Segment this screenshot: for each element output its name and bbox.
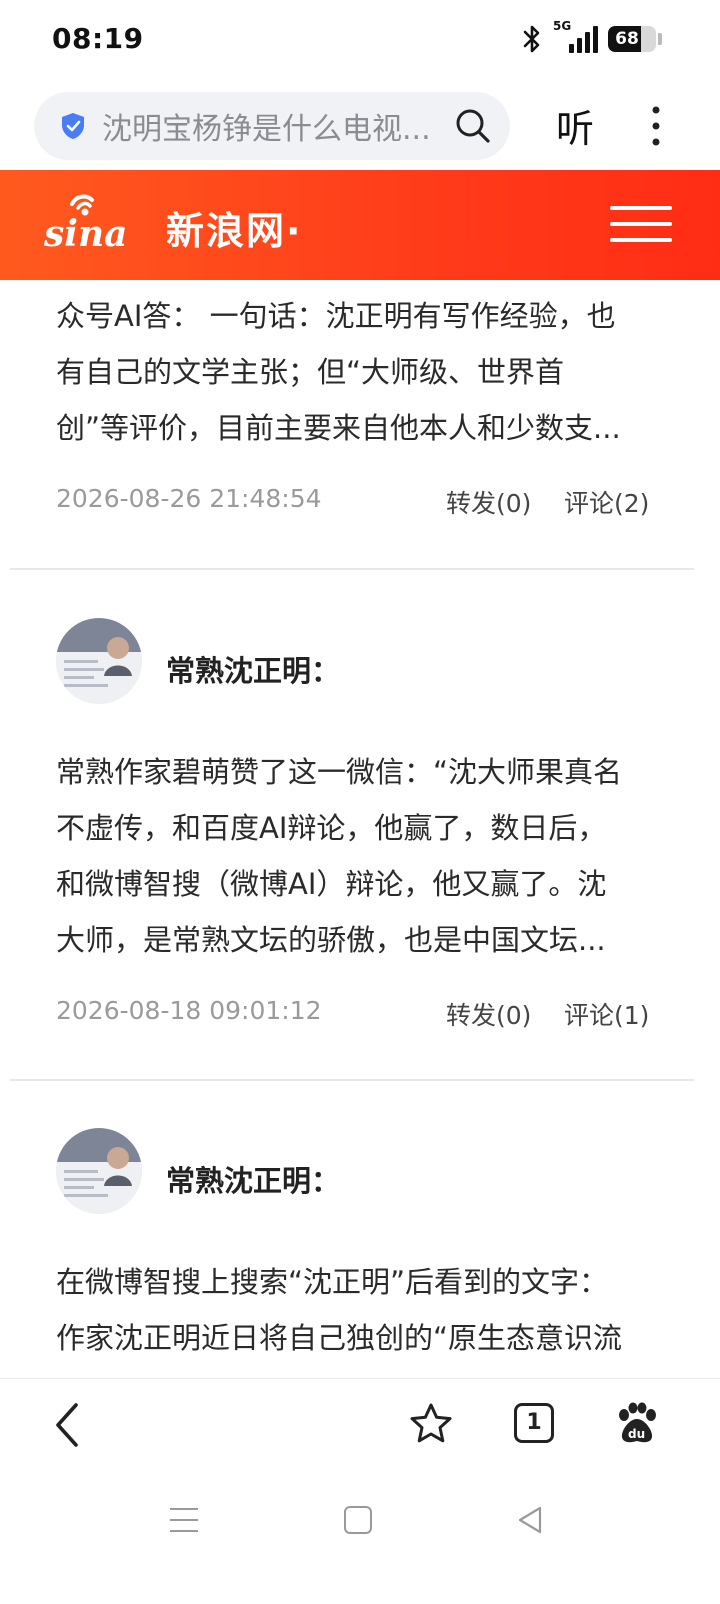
avatar[interactable] [56, 1128, 142, 1214]
battery-percent: 68 [615, 29, 639, 49]
system-nav-bar [0, 1474, 720, 1604]
post-date: 2026-08-26 21:48:54 [56, 484, 322, 513]
cellular-signal-icon: 5G [553, 19, 598, 53]
shield-icon [62, 113, 84, 139]
listen-button[interactable]: 听 [556, 98, 594, 153]
post-text-line: 作家沈正明近日将自己独创的“原生态意识流 [56, 1321, 623, 1355]
post-author[interactable]: 常熟沈正明： [56, 618, 656, 708]
sina-logo[interactable]: sina [42, 192, 132, 256]
comment-link[interactable]: 评论(2) [564, 484, 649, 520]
avatar-image [56, 1128, 142, 1214]
more-options-icon[interactable] [648, 104, 664, 148]
home-icon[interactable] [344, 1506, 372, 1534]
browser-toolbar: 沈明宝杨铮是什么电视... 听 [0, 80, 720, 172]
divider [10, 568, 694, 570]
post-meta: 2026-08-26 21:48:54 转发(0) 评论(2) [56, 484, 650, 520]
sina-header: sina 新浪网· [0, 170, 720, 280]
network-type: 5G [553, 19, 572, 33]
recent-apps-icon[interactable] [170, 1508, 198, 1534]
forward-link[interactable]: 转发(0) [446, 484, 531, 520]
browser-bottom-nav: 1 du [0, 1378, 720, 1474]
post-text-line: 和微博智搜（微博AI）辩论，他又赢了。沈 [56, 867, 607, 901]
post-author[interactable]: 常熟沈正明： [56, 1128, 656, 1218]
back-arrow-icon[interactable] [52, 1401, 82, 1449]
status-time: 08:19 [52, 22, 144, 55]
post-text-line: 众号AI答： 一句话：沈正明有写作经验，也 [56, 299, 616, 333]
post-text-line: 大师，是常熟文坛的骄傲，也是中国文坛... [56, 923, 606, 957]
avatar[interactable] [56, 618, 142, 704]
post-text-line: 创”等评价，目前主要来自他本人和少数支... [56, 411, 621, 445]
post-text-line: 有自己的文学主张；但“大师级、世界首 [56, 355, 565, 389]
divider [10, 1079, 694, 1081]
author-name[interactable]: 常熟沈正明： [166, 1158, 340, 1200]
bluetooth-icon [523, 25, 540, 53]
avatar-image [56, 618, 142, 704]
post-text[interactable]: 众号AI答： 一句话：沈正明有写作经验，也 有自己的文学主张；但“大师级、世界首… [56, 288, 656, 456]
post-text[interactable]: 常熟作家碧萌赞了这一微信：“沈大师果真名 不虚传，和百度AI辩论，他赢了，数日后… [56, 744, 656, 968]
baidu-paw-icon[interactable]: du [614, 1401, 660, 1447]
post-text-line: 常熟作家碧萌赞了这一微信：“沈大师果真名 [56, 755, 623, 789]
search-icon[interactable] [454, 107, 492, 145]
battery-cap [658, 33, 662, 45]
author-name[interactable]: 常熟沈正明： [166, 648, 340, 690]
battery-icon: 68 [608, 26, 656, 52]
tabs-count-button[interactable]: 1 [514, 1403, 554, 1443]
address-search-box[interactable]: 沈明宝杨铮是什么电视... [34, 92, 510, 160]
system-back-icon[interactable] [516, 1504, 544, 1536]
post-meta: 2026-08-18 09:01:12 转发(0) 评论(1) [56, 996, 650, 1032]
hamburger-menu-icon[interactable] [610, 206, 672, 246]
post-text-line: 在微博智搜上搜索“沈正明”后看到的文字： [56, 1265, 609, 1299]
svg-text:du: du [628, 1427, 645, 1441]
site-title[interactable]: 新浪网· [166, 200, 302, 255]
comment-link[interactable]: 评论(1) [564, 996, 649, 1032]
forward-link[interactable]: 转发(0) [446, 996, 531, 1032]
status-icons: 5G 68 [521, 19, 662, 56]
star-icon[interactable] [408, 1401, 454, 1447]
post-date: 2026-08-18 09:01:12 [56, 996, 322, 1025]
status-bar: 08:19 5G 68 [0, 0, 720, 80]
post-text-line: 不虚传，和百度AI辩论，他赢了，数日后， [56, 811, 607, 845]
sina-logo-text: sina [43, 213, 127, 255]
post-text[interactable]: 在微博智搜上搜索“沈正明”后看到的文字： 作家沈正明近日将自己独创的“原生态意识… [56, 1254, 656, 1366]
search-query-text[interactable]: 沈明宝杨铮是什么电视... [102, 104, 442, 148]
post-feed: 众号AI答： 一句话：沈正明有写作经验，也 有自己的文学主张；但“大师级、世界首… [0, 280, 720, 1378]
